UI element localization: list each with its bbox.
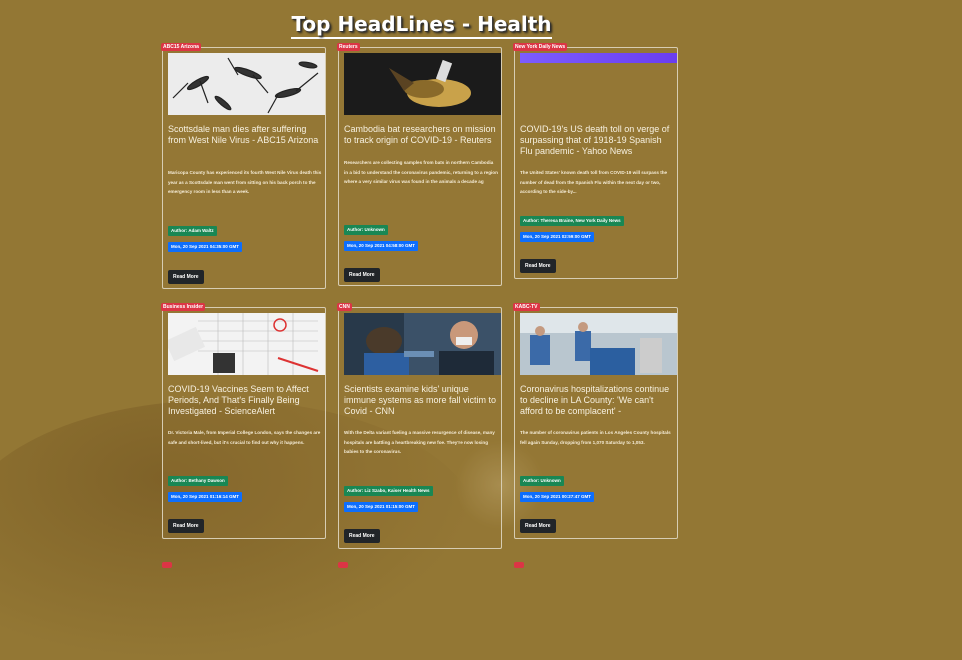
read-more-button[interactable]: Read More: [520, 259, 556, 273]
author-badge: Author: Unknown: [520, 476, 564, 486]
author-badge: Author: Liz Szabo, Kaiser Health News: [344, 486, 433, 496]
hospital-image: [520, 313, 677, 375]
date-badge: Mon, 20 Sep 2021 01:15:00 GMT: [344, 502, 419, 512]
news-card: Business Insider COVID-19 Vaccines Seem …: [161, 303, 326, 539]
bat-image: [344, 53, 501, 115]
date-badge: Mon, 20 Sep 2021 01:16:14 GMT: [168, 492, 243, 502]
date-badge: Mon, 20 Sep 2021 04:35:00 GMT: [168, 242, 243, 252]
news-card: KABC-TV Coronavirus hospitalizations con…: [513, 303, 678, 539]
author-badge: Author: Unknown: [344, 225, 388, 235]
lab-image: [344, 313, 501, 375]
article-headline[interactable]: COVID-19's US death toll on verge of sur…: [520, 124, 674, 157]
page-title: Top HeadLines - Health: [0, 12, 843, 39]
article-description: Maricopa County has experienced its four…: [168, 170, 322, 194]
date-badge: Mon, 20 Sep 2021 04:58:00 GMT: [344, 241, 419, 251]
news-card: Reuters Cambodia bat researchers on miss…: [337, 43, 502, 286]
news-card: ABC15 Arizona Scottsdale man dies after …: [161, 43, 326, 289]
read-more-button[interactable]: Read More: [344, 529, 380, 543]
read-more-button[interactable]: Read More: [168, 270, 204, 284]
source-badge: ABC15 Arizona: [161, 43, 201, 51]
purple-banner: [520, 53, 677, 63]
article-description: The number of coronavirus patients in Lo…: [520, 430, 671, 445]
news-card: CNN Scientists examine kids' unique immu…: [337, 303, 502, 549]
next-row-source-badge: [514, 562, 524, 568]
article-description: Dr. Victoria Male, from Imperial College…: [168, 430, 321, 445]
next-row-source-badge: [162, 562, 172, 568]
calendar-image: [168, 313, 325, 375]
author-badge: Author: Adam Waltz: [168, 226, 217, 236]
article-description: Researchers are collecting samples from …: [344, 160, 498, 184]
news-card: New York Daily News COVID-19's US death …: [513, 43, 678, 279]
source-badge: New York Daily News: [513, 43, 568, 51]
read-more-button[interactable]: Read More: [520, 519, 556, 533]
article-headline[interactable]: Scientists examine kids' unique immune s…: [344, 384, 498, 417]
article-headline[interactable]: COVID-19 Vaccines Seem to Affect Periods…: [168, 384, 322, 417]
date-badge: Mon, 20 Sep 2021 02:59:00 GMT: [520, 232, 595, 242]
author-badge: Author: Theresa Braine, New York Daily N…: [520, 216, 624, 226]
date-badge: Mon, 20 Sep 2021 00:27:47 GMT: [520, 492, 595, 502]
article-description: With the Delta variant fueling a massive…: [344, 430, 495, 454]
source-badge: Business Insider: [161, 303, 206, 311]
author-badge: Author: Bethany Dawson: [168, 476, 228, 486]
article-headline[interactable]: Coronavirus hospitalizations continue to…: [520, 384, 674, 417]
article-headline[interactable]: Scottsdale man dies after suffering from…: [168, 124, 322, 146]
next-row-source-badge: [338, 562, 348, 568]
source-badge: CNN: [337, 303, 352, 311]
read-more-button[interactable]: Read More: [168, 519, 204, 533]
source-badge: KABC-TV: [513, 303, 540, 311]
source-badge: Reuters: [337, 43, 360, 51]
read-more-button[interactable]: Read More: [344, 268, 380, 282]
article-headline[interactable]: Cambodia bat researchers on mission to t…: [344, 124, 498, 146]
mosquitoes-image: [168, 53, 325, 115]
article-description: The United States' known death toll from…: [520, 170, 668, 194]
